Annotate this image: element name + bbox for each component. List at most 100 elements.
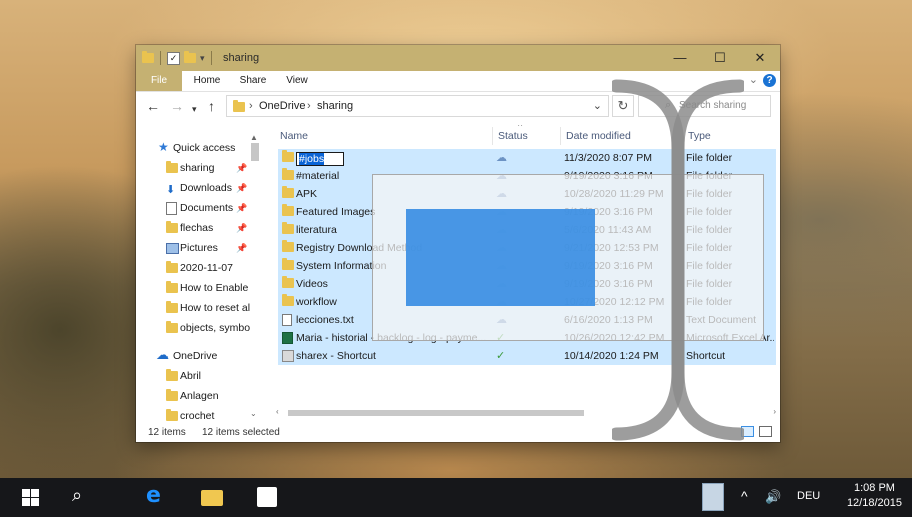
tab-share[interactable]: Share (234, 71, 272, 91)
tab-home[interactable]: Home (188, 71, 226, 91)
store-icon (257, 487, 277, 507)
minimize-button[interactable]: — (660, 45, 700, 71)
onedrive-cloud-icon: ☁ (156, 347, 169, 362)
edge-button[interactable]: e (132, 478, 180, 517)
forward-button[interactable]: → (170, 98, 184, 114)
selected-count: 12 items selected (202, 427, 280, 438)
folder-icon (282, 294, 294, 306)
sidebar-item-anlagen[interactable]: Anlagen (136, 387, 256, 405)
recent-locations-button[interactable]: ▾ (192, 101, 197, 117)
breadcrumb-sharing[interactable]: sharing (317, 100, 353, 112)
breadcrumb-separator: › (249, 100, 253, 112)
search-input[interactable]: ⌕ Search sharing (638, 95, 771, 117)
folder-icon (282, 276, 294, 288)
sidebar-item-quick-access[interactable]: ★ Quick access (136, 139, 256, 157)
rename-input[interactable]: #jobs (296, 152, 486, 166)
customize-qat-icon[interactable]: ▾ (200, 53, 205, 64)
folder-icon (166, 281, 178, 293)
column-header-type[interactable]: Type (688, 125, 711, 147)
synced-status-icon: ✓ (496, 350, 506, 362)
window-title: sharing (223, 52, 260, 64)
folder-icon (166, 261, 178, 273)
large-icons-view-icon[interactable] (759, 426, 772, 437)
recycle-bin-icon (702, 483, 724, 511)
breadcrumb-onedrive[interactable]: OneDrive (259, 100, 305, 112)
file-type: File folder (686, 152, 733, 164)
sidebar-item-abril[interactable]: Abril (136, 367, 256, 385)
file-type: Shortcut (686, 350, 726, 362)
table-row[interactable]: sharex - Shortcut ✓ 10/14/2020 1:24 PM Shor… (278, 347, 776, 365)
sidebar-item-documents[interactable]: Documents 📌 (136, 199, 256, 217)
selection-rectangle (406, 209, 595, 306)
divider (492, 127, 493, 145)
status-bar: 12 items 12 items selected (136, 423, 780, 442)
folder-icon (282, 186, 294, 198)
clock-time: 1:08 PM (853, 482, 895, 494)
tab-file[interactable]: File (136, 71, 182, 91)
column-header-date-modified[interactable]: Date modified (566, 125, 631, 147)
divider (560, 127, 561, 145)
edge-icon: e (146, 483, 161, 508)
recycle-bin-button[interactable] (690, 478, 738, 517)
divider (160, 51, 161, 65)
search-icon: ⌕ (665, 99, 672, 111)
details-view-icon[interactable] (741, 426, 754, 437)
store-button[interactable] (243, 478, 291, 517)
scrollbar-thumb[interactable] (288, 410, 584, 416)
clock[interactable]: 1:08 PM 12/18/2015 (847, 481, 902, 511)
up-button[interactable]: ↑ (208, 98, 215, 114)
back-button[interactable]: ← (146, 98, 160, 114)
folder-icon (282, 150, 294, 162)
chevron-up-icon[interactable]: ^ (741, 488, 748, 504)
sidebar-item-how-to-enable[interactable]: How to Enable (136, 279, 256, 297)
folder-icon (166, 409, 178, 421)
sidebar-item-objects-symbol[interactable]: objects, symbol (136, 319, 256, 337)
refresh-button[interactable]: ↻ (612, 95, 634, 117)
title-bar[interactable]: ✓ ▾ sharing — ☐ ✕ (136, 45, 780, 71)
file-explorer-window: ✓ ▾ sharing — ☐ ✕ File Home Share View ⌄… (136, 45, 780, 442)
horizontal-scrollbar[interactable]: ‹ › (276, 407, 776, 419)
column-header-name[interactable]: Name (280, 125, 308, 147)
pin-icon: 📌 (236, 203, 248, 213)
download-icon: ⬇ (166, 184, 176, 196)
volume-icon[interactable]: 🔊 (765, 489, 781, 505)
scrollbar-thumb[interactable] (251, 143, 259, 161)
start-button[interactable] (4, 478, 52, 517)
scroll-right-icon[interactable]: › (773, 407, 776, 416)
new-folder-icon[interactable] (184, 51, 196, 63)
maximize-button[interactable]: ☐ (700, 45, 740, 71)
text-file-icon (282, 314, 292, 326)
table-row[interactable]: #jobs ☁ 11/3/2020 8:07 PM File folder (278, 149, 776, 167)
documents-icon (166, 202, 177, 215)
sidebar-item-downloads[interactable]: ⬇ Downloads 📌 (136, 179, 256, 197)
date-modified: 10/14/2020 1:24 PM (564, 350, 659, 362)
divider (210, 51, 212, 65)
scroll-up-icon[interactable]: ▲ (250, 133, 258, 142)
properties-icon[interactable]: ✓ (167, 51, 180, 65)
search-placeholder: Search sharing (679, 100, 747, 111)
column-header-status[interactable]: Status (498, 125, 528, 147)
sidebar-item-flechas[interactable]: flechas 📌 (136, 219, 256, 237)
quick-access-toolbar: ✓ ▾ (142, 51, 214, 65)
folder-icon (282, 204, 294, 216)
sidebar-item-2020-11-07[interactable]: 2020-11-07 (136, 259, 256, 277)
sidebar-item-sharing[interactable]: sharing 📌 (136, 159, 256, 177)
nav-pane-scrollbar[interactable]: ▲ ⌄ (250, 133, 260, 423)
item-count: 12 items (148, 427, 186, 438)
sidebar-item-pictures[interactable]: Pictures 📌 (136, 239, 256, 257)
address-bar[interactable]: › OneDrive › sharing ⌄ (226, 95, 609, 117)
sidebar-item-how-to-reset[interactable]: How to reset al (136, 299, 256, 317)
date-modified: 11/3/2020 8:07 PM (564, 152, 652, 164)
chevron-down-icon[interactable]: ⌄ (593, 99, 602, 112)
search-button[interactable]: ⌕ (58, 478, 106, 517)
sidebar-item-crochet[interactable]: crochet (136, 407, 256, 423)
scroll-down-icon[interactable]: ⌄ (250, 409, 257, 418)
expand-ribbon-icon[interactable]: ⌄ (749, 73, 758, 86)
sidebar-item-onedrive[interactable]: ☁ OneDrive (136, 347, 256, 365)
help-icon[interactable]: ? (763, 74, 776, 87)
close-button[interactable]: ✕ (740, 45, 780, 71)
language-indicator[interactable]: DEU (797, 490, 820, 502)
file-explorer-button[interactable] (188, 478, 236, 517)
scroll-left-icon[interactable]: ‹ (276, 407, 279, 416)
tab-view[interactable]: View (279, 71, 315, 91)
